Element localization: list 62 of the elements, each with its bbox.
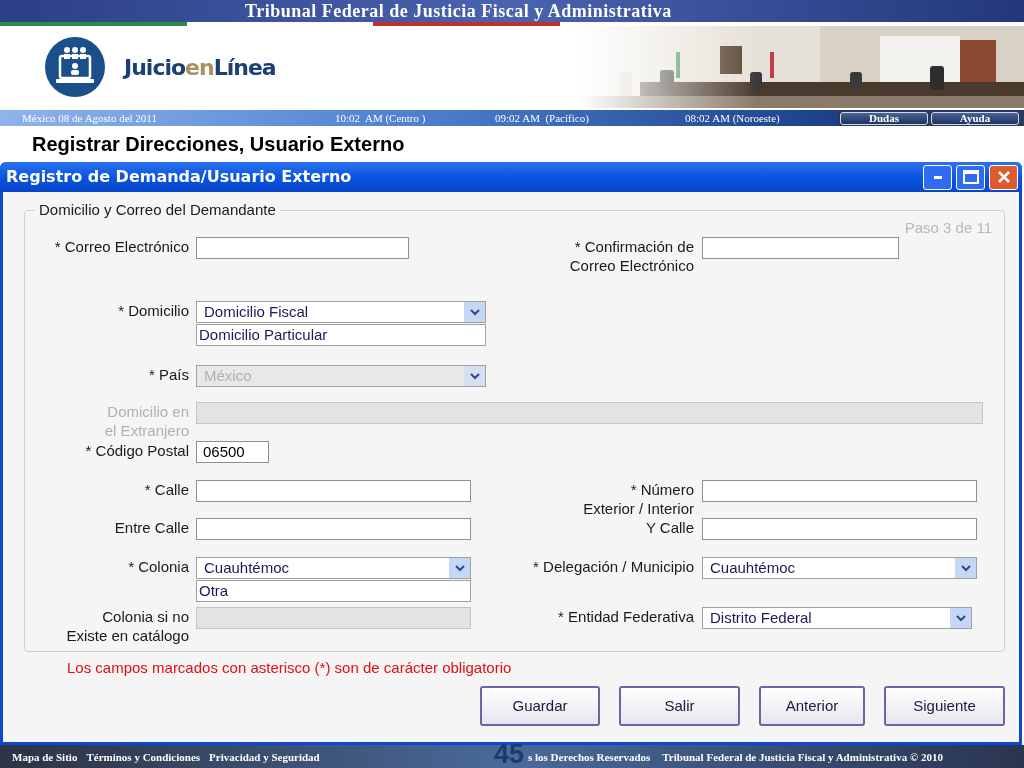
field-label: * Calle: [143, 480, 189, 500]
field-label: * Entidad Federativa: [557, 607, 694, 627]
header-button[interactable]: Dudas: [840, 111, 928, 125]
footer-link[interactable]: Mapa de Sitio: [12, 749, 78, 764]
text-field[interactable]: 06500: [196, 441, 269, 463]
form-button[interactable]: Anterior: [759, 686, 865, 726]
text-field[interactable]: [702, 480, 977, 502]
maximize-button[interactable]: [956, 164, 985, 190]
info-text: 08:02 AM (Noroeste): [685, 112, 781, 124]
info-text: 09:02 AM (Pacífico): [495, 112, 590, 124]
text-field[interactable]: [196, 518, 471, 540]
form-button[interactable]: Guardar: [480, 686, 600, 726]
dropdown-option[interactable]: Domicilio Particular: [196, 324, 486, 346]
field-label: * Domicilio: [117, 301, 189, 321]
page-title: Registrar Direcciones, Usuario Externo: [32, 132, 405, 157]
field-label: * Colonia: [127, 557, 189, 577]
field-label: * Delegación / Municipio: [532, 557, 694, 577]
field-label: * Número Exterior / Interior: [582, 480, 694, 518]
field-label: * Confirmación de Correo Electrónico: [568, 237, 694, 276]
dropdown[interactable]: Distrito Federal: [702, 607, 972, 629]
footer-text: s los Derechos Reservados: [528, 749, 651, 764]
chevron-down-icon: [955, 558, 976, 578]
field-label: Entre Calle: [113, 518, 189, 538]
chevron-down-icon: [464, 302, 485, 322]
dropdown-option[interactable]: Otra: [196, 580, 471, 602]
step-indicator: Paso 3 de 11: [904, 219, 992, 237]
field-label: Y Calle: [644, 518, 694, 538]
field-label: Colonia si no Existe en catálogo: [65, 607, 189, 643]
group-legend: Domicilio y Correo del Demandante: [35, 201, 280, 219]
field-label: Domicilio en el Extranjero: [103, 402, 189, 441]
required-note: Los campos marcados con asterisco (*) son de carácter obligatorio: [66, 658, 513, 677]
chevron-down-icon: [950, 608, 971, 628]
text-field[interactable]: [196, 480, 471, 502]
dropdown[interactable]: Domicilio Fiscal: [196, 301, 486, 323]
chevron-down-icon: [464, 366, 485, 386]
logo-icon: [44, 36, 106, 98]
page-number: 45: [494, 740, 526, 768]
minimize-button[interactable]: [923, 164, 952, 190]
window-title: Registro de Demanda/Usuario Externo: [6, 166, 353, 188]
dropdown[interactable]: Cuauhtémoc: [702, 557, 977, 579]
footer-link[interactable]: Privacidad y Seguridad: [209, 749, 320, 764]
footer-link[interactable]: Términos y Condiciones: [86, 749, 201, 764]
text-field[interactable]: [196, 237, 409, 259]
minimize-icon: [933, 175, 942, 179]
logo-wordmark: JuicioenLínea: [124, 53, 276, 82]
footer-text: Tribunal Federal de Justicia Fiscal y Administrativa © 2010: [662, 749, 943, 764]
form-button[interactable]: Siguiente: [884, 686, 1005, 726]
field-label: * País: [147, 365, 189, 385]
close-button[interactable]: [989, 164, 1018, 190]
text-field[interactable]: [702, 237, 899, 259]
maximize-icon: [962, 170, 979, 184]
info-text: 10:02 AM (Centro ): [335, 112, 427, 124]
close-icon: [996, 170, 1011, 184]
form-button[interactable]: Salir: [619, 686, 740, 726]
dropdown[interactable]: Cuauhtémoc: [196, 557, 471, 579]
field-label: * Código Postal: [84, 441, 189, 461]
text-field[interactable]: [702, 518, 977, 540]
chevron-down-icon: [449, 558, 470, 578]
banner-title: Tribunal Federal de Justicia Fiscal y Administrativa: [245, 2, 672, 20]
field-label: * Correo Electrónico: [53, 237, 189, 257]
header-button[interactable]: Ayuda: [931, 111, 1019, 125]
info-text: México 08 de Agosto del 2011: [21, 112, 158, 124]
